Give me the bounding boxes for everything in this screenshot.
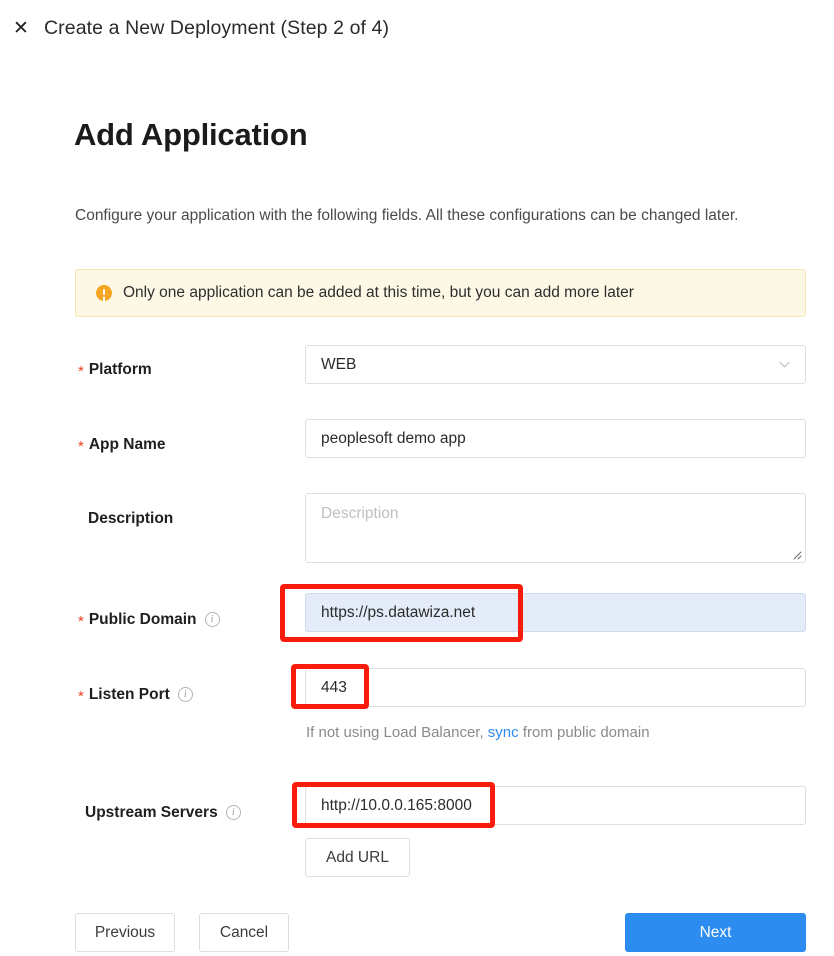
- info-icon[interactable]: i: [177, 687, 193, 703]
- listen-port-value: 443: [321, 678, 347, 696]
- required-marker: *: [78, 363, 84, 381]
- platform-select[interactable]: WEB: [305, 345, 806, 384]
- info-icon[interactable]: i: [204, 612, 220, 628]
- close-x-icon[interactable]: ✕: [8, 15, 34, 41]
- public-domain-input[interactable]: https://ps.datawiza.net: [305, 593, 806, 632]
- next-button[interactable]: Next: [625, 913, 806, 952]
- label-upstream-servers: Upstream Servers i: [85, 805, 241, 821]
- required-marker: *: [78, 613, 84, 631]
- public-domain-value: https://ps.datawiza.net: [321, 603, 476, 621]
- label-listen-port: * Listen Port i: [78, 686, 193, 706]
- label-public-domain: * Public Domain i: [78, 611, 220, 631]
- app-name-input[interactable]: peoplesoft demo app: [305, 419, 806, 458]
- upstream-servers-input[interactable]: http://10.0.0.165:8000: [305, 786, 806, 825]
- description-textarea[interactable]: Description: [305, 493, 806, 563]
- window-titlebar: ✕ Create a New Deployment (Step 2 of 4): [0, 0, 834, 56]
- info-alert-banner: Only one application can be added at thi…: [75, 269, 806, 317]
- label-platform-text: Platform: [88, 361, 152, 378]
- label-app-name: * App Name: [78, 436, 166, 456]
- upstream-servers-value: http://10.0.0.165:8000: [321, 796, 472, 814]
- info-icon[interactable]: i: [225, 805, 241, 821]
- warning-circle-icon: [96, 285, 112, 301]
- add-url-button[interactable]: Add URL: [305, 838, 410, 877]
- chevron-down-icon: [779, 361, 790, 368]
- help-suffix: from public domain: [518, 724, 650, 741]
- help-prefix: If not using Load Balancer,: [306, 724, 488, 741]
- cancel-button[interactable]: Cancel: [199, 913, 289, 952]
- label-upstream-servers-text: Upstream Servers: [85, 804, 218, 821]
- page-subtitle: Configure your application with the foll…: [75, 207, 739, 224]
- label-listen-port-text: Listen Port: [88, 686, 170, 703]
- required-marker: *: [78, 688, 84, 706]
- platform-select-value: WEB: [321, 355, 357, 373]
- app-name-value: peoplesoft demo app: [321, 429, 466, 447]
- previous-button[interactable]: Previous: [75, 913, 175, 952]
- resize-handle-icon[interactable]: [790, 548, 802, 560]
- label-description-text: Description: [88, 510, 174, 527]
- description-placeholder: Description: [321, 505, 399, 522]
- listen-port-help-text: If not using Load Balancer, sync from pu…: [306, 725, 650, 740]
- label-platform: * Platform: [78, 361, 152, 381]
- listen-port-input[interactable]: 443: [305, 668, 806, 707]
- label-description: Description: [88, 511, 173, 527]
- sync-link[interactable]: sync: [488, 724, 519, 741]
- required-marker: *: [78, 438, 84, 456]
- page-title: Add Application: [74, 117, 308, 152]
- label-app-name-text: App Name: [88, 436, 166, 453]
- label-public-domain-text: Public Domain: [88, 611, 197, 628]
- alert-message: Only one application can be added at thi…: [123, 284, 634, 301]
- window-title: Create a New Deployment (Step 2 of 4): [44, 16, 390, 39]
